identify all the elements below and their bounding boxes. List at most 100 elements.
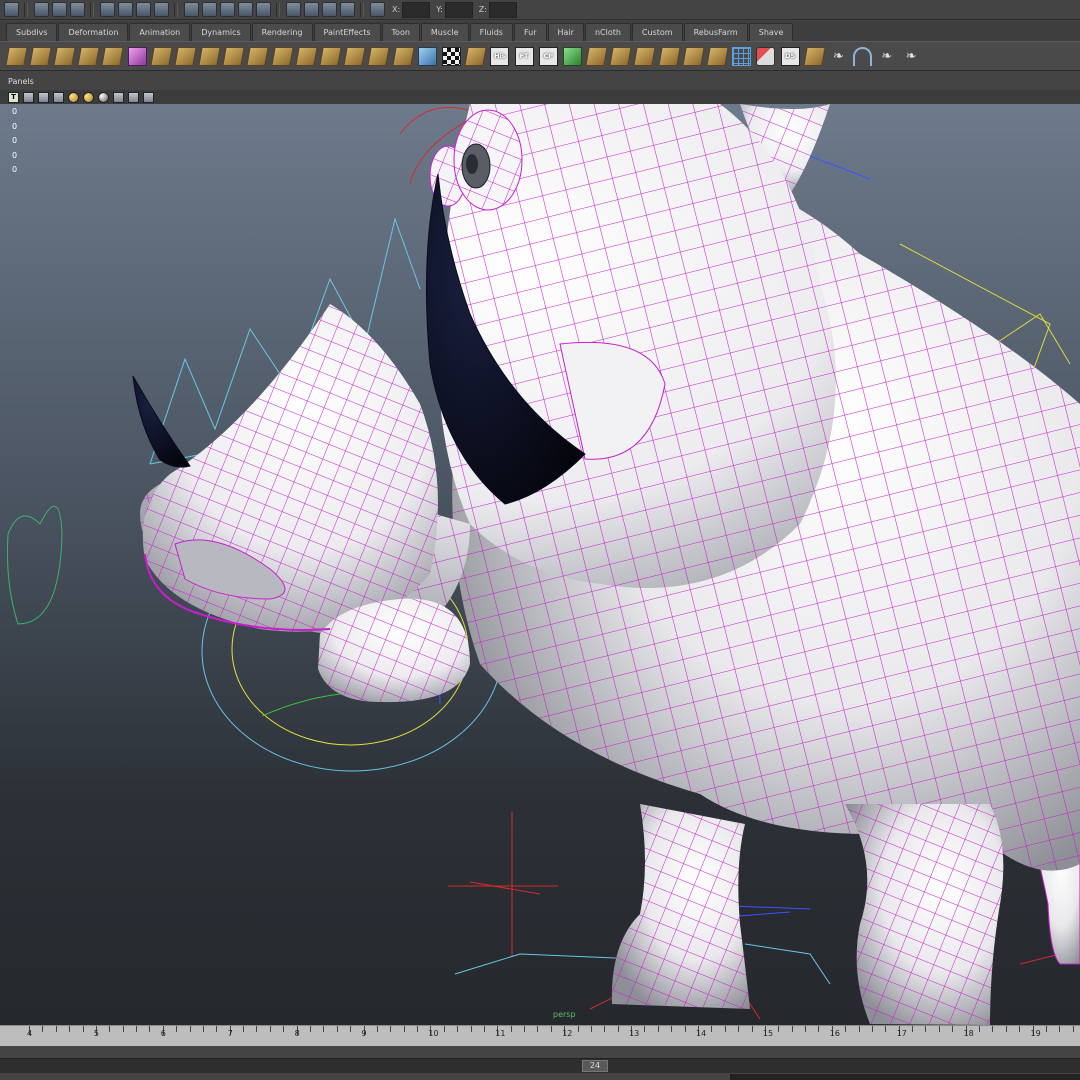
default-light-icon[interactable] <box>68 91 79 103</box>
shelf-tab-toon[interactable]: Toon <box>381 23 420 41</box>
tusk-back[interactable] <box>132 375 191 468</box>
fur-tile-11-icon[interactable] <box>343 46 366 66</box>
open-scene-icon[interactable] <box>51 2 67 17</box>
text-icon[interactable]: T <box>8 91 19 103</box>
fur-tile-19-icon[interactable] <box>706 46 729 66</box>
shelf-tab-painteffects[interactable]: PaintEffects <box>313 23 381 41</box>
shelf-tab-animation[interactable]: Animation <box>129 23 191 41</box>
render-settings-icon[interactable] <box>321 2 337 17</box>
fur-tile-3-icon[interactable] <box>150 46 173 66</box>
save-scene-icon[interactable] <box>69 2 85 17</box>
xray-icon[interactable] <box>128 91 139 103</box>
front-right-leg[interactable] <box>845 804 1004 1025</box>
joints-xray-icon[interactable] <box>143 91 154 103</box>
shelf-tab-fur[interactable]: Fur <box>513 23 547 41</box>
shelf-tab-shave[interactable]: Shave <box>748 23 794 41</box>
select-hierarchy-icon[interactable] <box>99 2 115 17</box>
lock-icon[interactable] <box>153 2 169 17</box>
minor-tick <box>657 1026 659 1032</box>
snap-grid-icon[interactable] <box>183 2 199 17</box>
feather-1-icon[interactable]: ❧ <box>829 47 848 66</box>
fur-tile-18-icon[interactable] <box>682 46 705 66</box>
fur-tile-16-icon[interactable] <box>633 46 657 66</box>
shelf-tab-muscle[interactable]: Muscle <box>420 23 469 41</box>
fur-tile-4-icon[interactable] <box>174 46 197 66</box>
smooth-shade-icon[interactable] <box>38 91 49 103</box>
front-leg[interactable] <box>611 804 750 1009</box>
shelf-tab-ncloth[interactable]: nCloth <box>584 23 631 41</box>
fur-tile-10-icon[interactable] <box>319 46 342 66</box>
hair-cp-icon[interactable]: CP <box>538 46 558 66</box>
shelf-tab-rebusfarm[interactable]: RebusFarm <box>683 23 748 41</box>
fur-tile-14-icon[interactable] <box>585 46 608 66</box>
input-line-icon[interactable] <box>369 2 385 17</box>
textured-icon[interactable] <box>53 91 64 103</box>
menu-set-icon[interactable] <box>3 2 19 17</box>
isolate-select-icon[interactable] <box>113 91 124 103</box>
eye-right[interactable] <box>453 109 523 211</box>
play-simulation-icon[interactable] <box>562 46 582 66</box>
fur-tile-5-icon[interactable] <box>198 46 221 66</box>
curve-tool-icon[interactable] <box>853 46 873 66</box>
fur-tile-6-icon[interactable] <box>222 46 245 66</box>
time-slider[interactable]: 4 5 6 7 8 9 10 11 12 13 14 15 16 17 18 19 <box>0 1025 1080 1046</box>
minor-tick <box>791 1026 793 1032</box>
new-scene-icon[interactable] <box>33 2 49 17</box>
shelf-tab-custom[interactable]: Custom <box>631 23 683 41</box>
hypershade-icon[interactable] <box>339 2 355 17</box>
lattice-icon[interactable] <box>732 46 752 66</box>
ipr-render-icon[interactable] <box>303 2 319 17</box>
snap-view-plane-icon[interactable] <box>237 2 253 17</box>
panels-menu[interactable]: Panels <box>8 77 34 86</box>
minor-tick <box>711 1026 713 1032</box>
shelf-tab-subdivs[interactable]: Subdivs <box>6 23 58 41</box>
fur-tile-15-icon[interactable] <box>609 46 632 66</box>
snap-point-icon[interactable] <box>219 2 235 17</box>
fur-tile-20-icon[interactable] <box>803 46 826 66</box>
shelf-tab-dynamics[interactable]: Dynamics <box>191 23 251 41</box>
feather-3-icon[interactable]: ❧ <box>902 47 921 66</box>
hair-ft-icon[interactable]: FT <box>514 46 534 66</box>
coord-field[interactable] <box>488 1 517 18</box>
make-live-icon[interactable] <box>255 2 271 17</box>
feather-2-icon[interactable]: ❧ <box>877 47 896 66</box>
frame-number: 13 <box>629 1029 640 1038</box>
checker-pattern-icon[interactable] <box>441 46 461 66</box>
paint-brush-icon[interactable] <box>756 46 776 66</box>
select-component-icon[interactable] <box>135 2 151 17</box>
range-track[interactable] <box>0 1058 1080 1073</box>
fur-tile-17-icon[interactable] <box>657 46 681 66</box>
fur-description-icon[interactable] <box>29 46 52 66</box>
viewport-persp[interactable]: 0 0 0 0 0 persp <box>0 104 1080 1025</box>
coord-field[interactable] <box>444 1 473 18</box>
shelf-tab-deformation[interactable]: Deformation <box>58 23 129 41</box>
hair-ds-icon[interactable]: DS <box>780 46 800 66</box>
fur-tile-1-icon[interactable] <box>77 46 100 66</box>
hair-volume-icon[interactable] <box>417 46 437 66</box>
snap-curve-icon[interactable] <box>201 2 217 17</box>
shelf-tab-hair[interactable]: Hair <box>547 23 584 41</box>
shelf-tab-rendering[interactable]: Rendering <box>251 23 313 41</box>
render-frame-icon[interactable] <box>285 2 301 17</box>
fur-tile-8-icon[interactable] <box>270 46 294 66</box>
fur-offset-icon[interactable] <box>53 46 76 66</box>
hair-select-icon[interactable] <box>464 46 487 66</box>
shelf-tab-fluids[interactable]: Fluids <box>469 23 513 41</box>
shadows-icon[interactable] <box>98 91 109 103</box>
minor-tick <box>390 1026 392 1032</box>
select-object-icon[interactable] <box>117 2 133 17</box>
wireframe-icon[interactable] <box>23 91 34 103</box>
range-end-field[interactable]: 24 <box>582 1060 608 1072</box>
fur-tile-7-icon[interactable] <box>246 46 270 66</box>
fur-tile-12-icon[interactable] <box>367 46 391 66</box>
fur-tile-9-icon[interactable] <box>295 46 318 66</box>
shave-cube-icon[interactable] <box>127 46 147 66</box>
paint-fur-icon[interactable] <box>4 46 28 66</box>
minor-tick <box>202 1026 204 1032</box>
locator-red[interactable] <box>448 812 558 956</box>
fur-tile-13-icon[interactable] <box>391 46 415 66</box>
hair-history-icon[interactable]: His <box>490 46 510 66</box>
coord-field[interactable] <box>402 1 431 18</box>
fur-tile-2-icon[interactable] <box>101 46 125 66</box>
all-lights-icon[interactable] <box>83 91 94 103</box>
